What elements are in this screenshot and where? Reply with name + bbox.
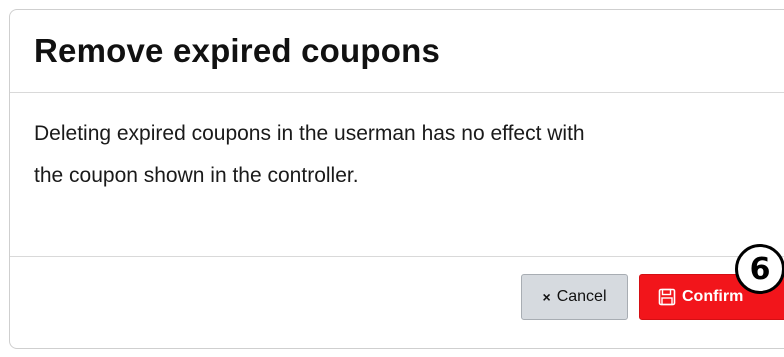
dialog-message: Deleting expired coupons in the userman … [34, 113, 774, 197]
dialog-message-line-2: the coupon shown in the controller. [34, 164, 359, 187]
dialog-header: Remove expired coupons [10, 10, 784, 93]
step-number-badge: 6 [735, 244, 784, 294]
cancel-button-label: Cancel [556, 288, 607, 305]
dialog-footer: × Cancel Confirm [10, 256, 784, 357]
confirm-button-label: Confirm [682, 288, 744, 305]
x-icon: × [542, 289, 551, 305]
remove-coupons-dialog: Remove expired coupons Deleting expired … [9, 9, 784, 349]
dialog-title: Remove expired coupons [34, 32, 441, 69]
save-icon [658, 288, 676, 306]
cancel-button[interactable]: × Cancel [521, 274, 628, 320]
dialog-message-line-1: Deleting expired coupons in the userman … [34, 122, 585, 145]
